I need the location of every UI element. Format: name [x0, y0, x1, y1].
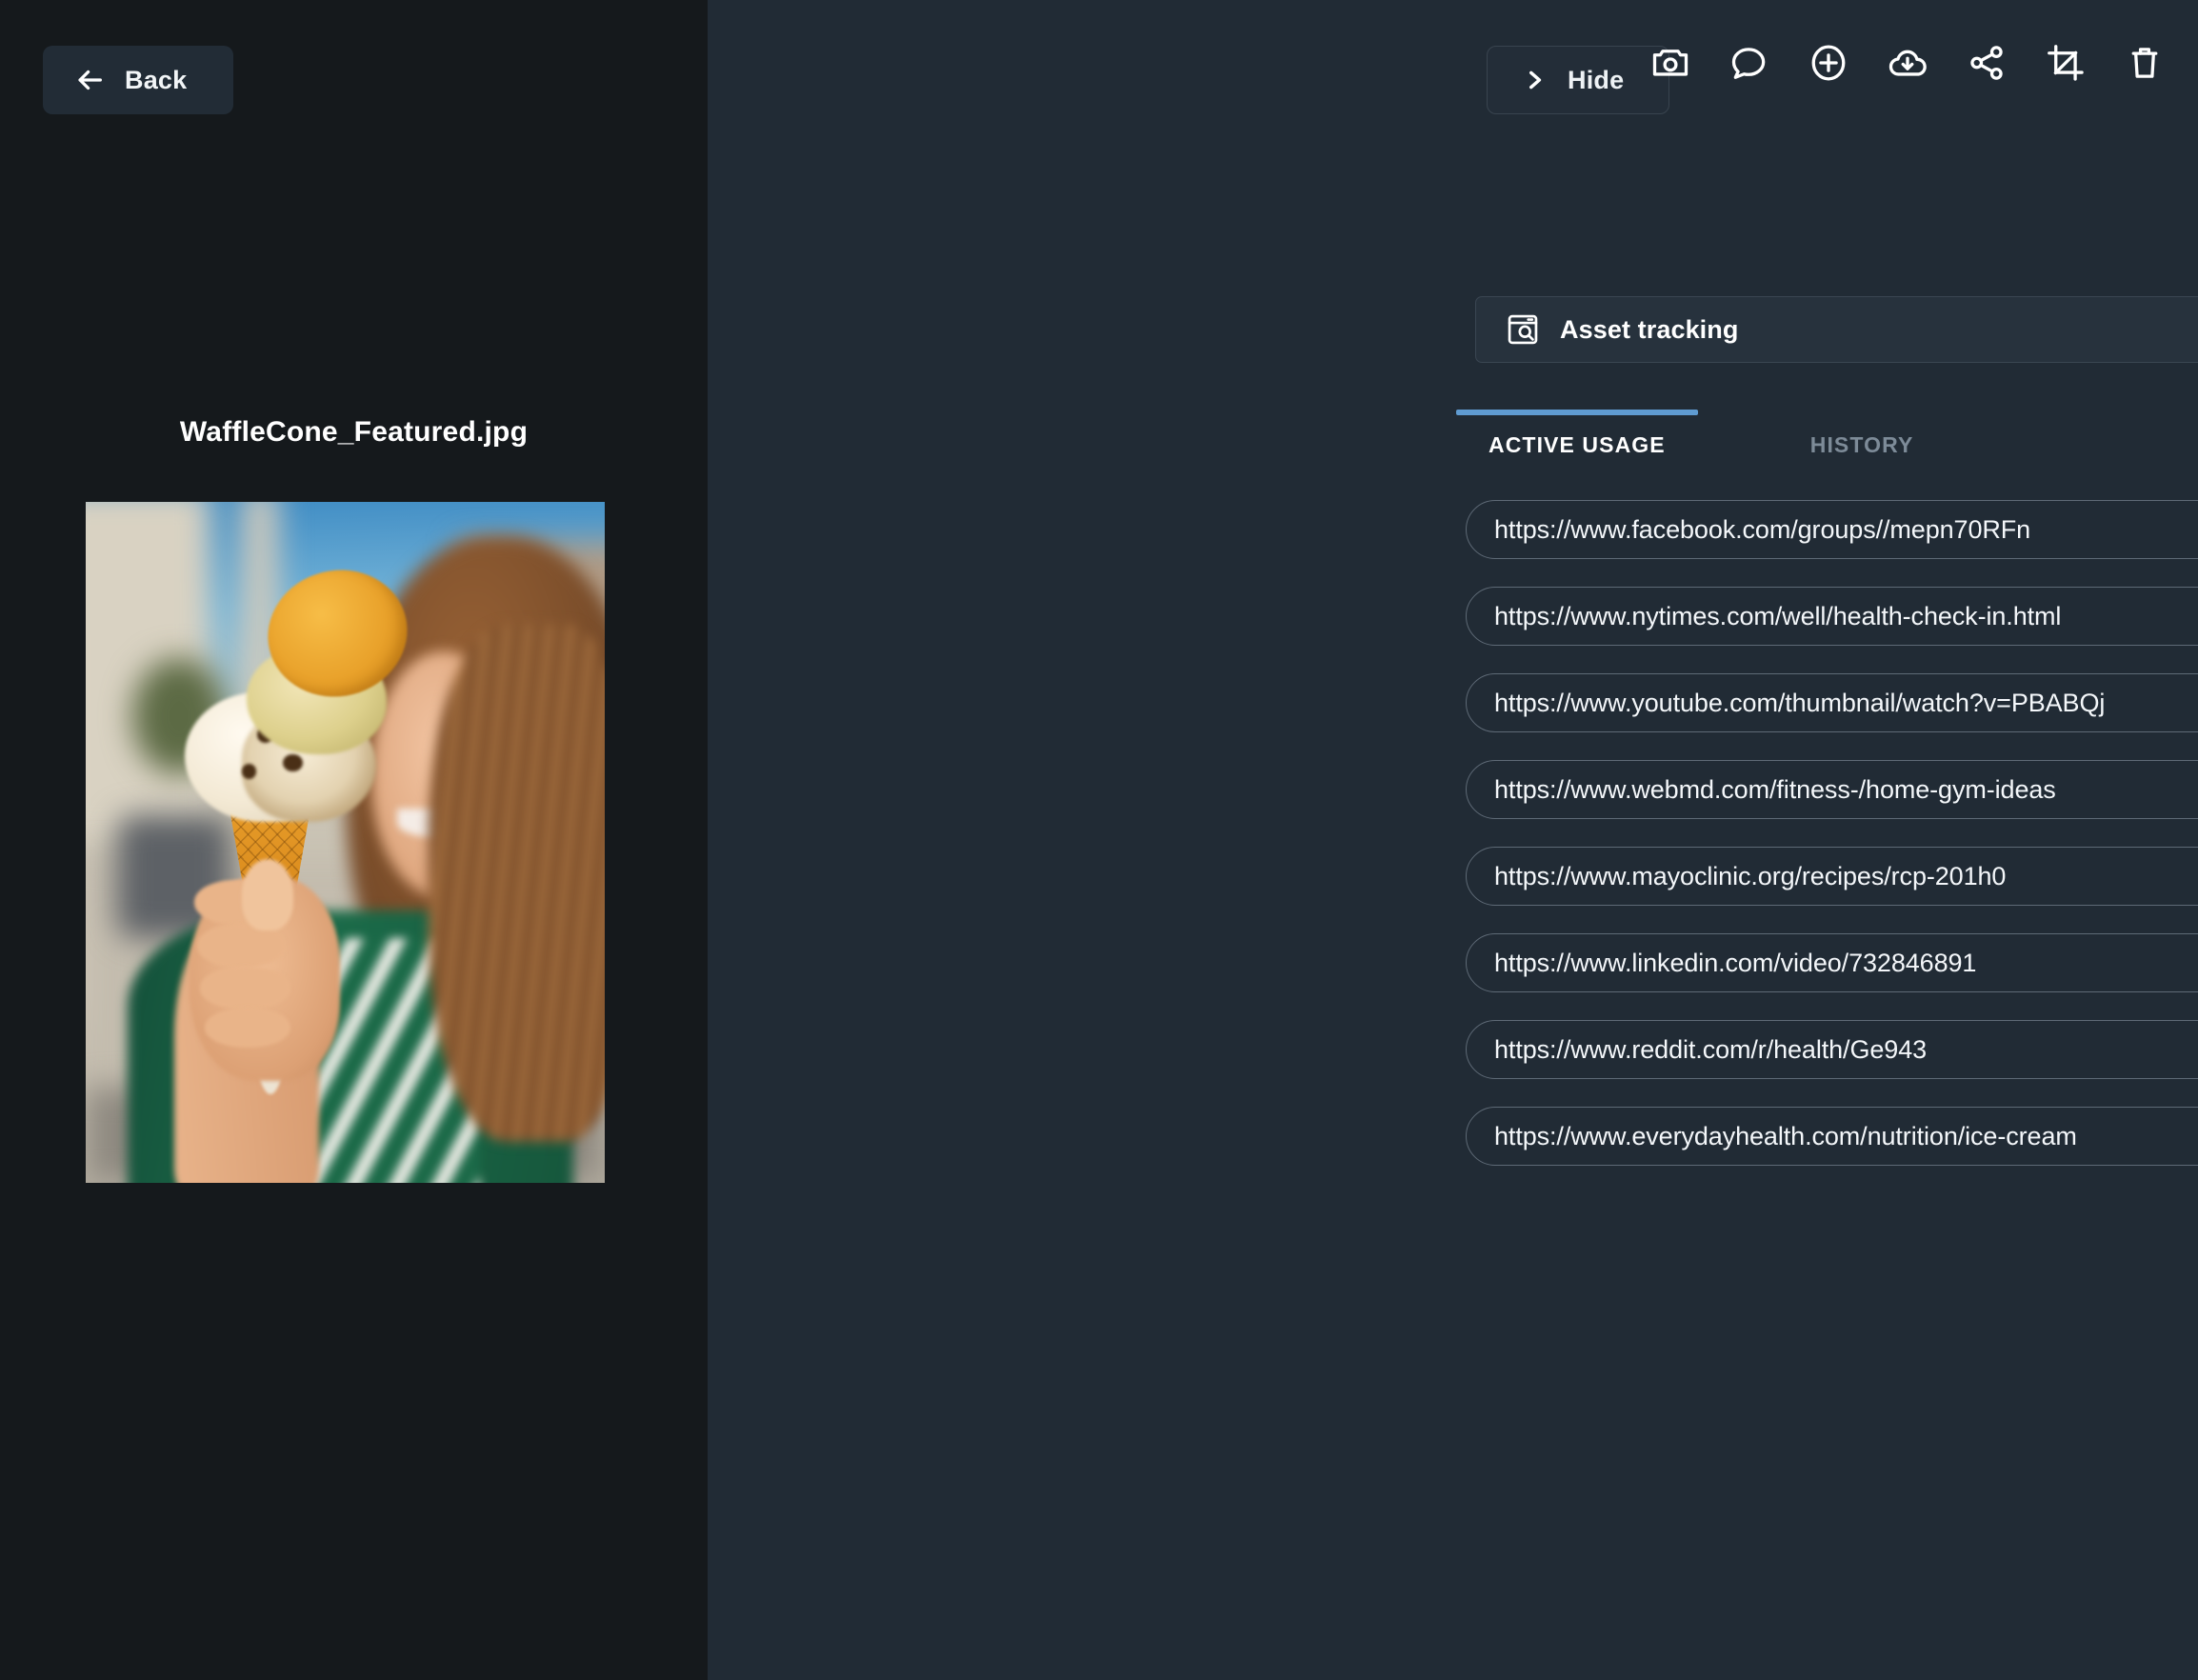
usage-url-text: https://www.everydayhealth.com/nutrition…	[1494, 1121, 2077, 1150]
arrow-left-icon	[73, 64, 106, 96]
usage-url-text: https://www.linkedin.com/video/732846891	[1494, 948, 1977, 977]
camera-icon[interactable]	[1649, 42, 1691, 84]
usage-url-pill[interactable]: https://www.everydayhealth.com/nutrition…	[1466, 1107, 2198, 1166]
usage-url-pill[interactable]: https://www.nytimes.com/well/health-chec…	[1466, 587, 2198, 646]
usage-url-text: https://www.webmd.com/fitness-/home-gym-…	[1494, 774, 2056, 804]
chevron-right-icon	[1522, 68, 1547, 92]
asset-detail-screen: Back WaffleCone_Featured.jpg Hide Asset …	[0, 0, 2198, 1680]
usage-url-text: https://www.nytimes.com/well/health-chec…	[1494, 601, 2062, 630]
trash-icon[interactable]	[2124, 42, 2166, 84]
source-select-value: Asset tracking	[1560, 314, 1739, 344]
asset-photo	[86, 502, 605, 1183]
cloud-download-icon[interactable]	[1887, 42, 1928, 84]
hide-button-label: Hide	[1568, 65, 1625, 94]
usage-tabs: ACTIVE USAGE HISTORY	[1456, 410, 2026, 458]
usage-url-pill[interactable]: https://www.mayoclinic.org/recipes/rcp-2…	[1466, 847, 2198, 906]
usage-url-pill[interactable]: https://www.youtube.com/thumbnail/watch?…	[1466, 673, 2198, 732]
usage-row: https://www.facebook.com/groups//mepn70R…	[1466, 500, 2198, 559]
usage-url-text: https://www.youtube.com/thumbnail/watch?…	[1494, 688, 2106, 717]
usage-row: https://www.reddit.com/r/health/Ge943 La…	[1466, 1020, 2198, 1079]
comment-icon[interactable]	[1728, 42, 1770, 84]
usage-row: https://www.everydayhealth.com/nutrition…	[1466, 1107, 2198, 1166]
source-select[interactable]: Asset tracking	[1475, 296, 2198, 363]
usage-row: https://www.nytimes.com/well/health-chec…	[1466, 587, 2198, 646]
usage-list: https://www.facebook.com/groups//mepn70R…	[1466, 500, 2198, 1193]
usage-url-pill[interactable]: https://www.webmd.com/fitness-/home-gym-…	[1466, 760, 2198, 819]
usage-url-pill[interactable]: https://www.reddit.com/r/health/Ge943	[1466, 1020, 2198, 1079]
usage-row: https://www.youtube.com/thumbnail/watch?…	[1466, 673, 2198, 732]
usage-row: https://www.linkedin.com/video/732846891…	[1466, 933, 2198, 992]
usage-row: https://www.mayoclinic.org/recipes/rcp-2…	[1466, 847, 2198, 906]
usage-url-text: https://www.facebook.com/groups//mepn70R…	[1494, 514, 2031, 544]
plus-circle-icon[interactable]	[1808, 42, 1849, 84]
usage-url-pill[interactable]: https://www.linkedin.com/video/732846891	[1466, 933, 2198, 992]
share-icon[interactable]	[1966, 42, 2008, 84]
crop-icon[interactable]	[2045, 42, 2087, 84]
usage-url-text: https://www.reddit.com/r/health/Ge943	[1494, 1034, 1928, 1064]
asset-thumbnail[interactable]	[86, 502, 605, 1183]
asset-toolbar	[1649, 42, 2166, 84]
usage-url-pill[interactable]: https://www.facebook.com/groups//mepn70R…	[1466, 500, 2198, 559]
tab-active-usage-label: ACTIVE USAGE	[1489, 432, 1666, 457]
usage-url-text: https://www.mayoclinic.org/recipes/rcp-2…	[1494, 861, 2007, 890]
tab-history-label: HISTORY	[1809, 432, 1914, 457]
file-name-title: WaffleCone_Featured.jpg	[179, 416, 529, 448]
back-button[interactable]: Back	[43, 46, 233, 114]
preview-panel: Back WaffleCone_Featured.jpg	[0, 0, 708, 1680]
window-search-icon	[1476, 311, 1541, 348]
usage-row: https://www.webmd.com/fitness-/home-gym-…	[1466, 760, 2198, 819]
details-panel: Hide Asset tracking ACTIVE USAGE HISTORY…	[708, 0, 2198, 1680]
tab-active-usage[interactable]: ACTIVE USAGE	[1456, 410, 1698, 458]
hide-button[interactable]: Hide	[1487, 46, 1669, 114]
tab-history[interactable]: HISTORY	[1778, 410, 1947, 458]
back-button-label: Back	[125, 65, 188, 94]
